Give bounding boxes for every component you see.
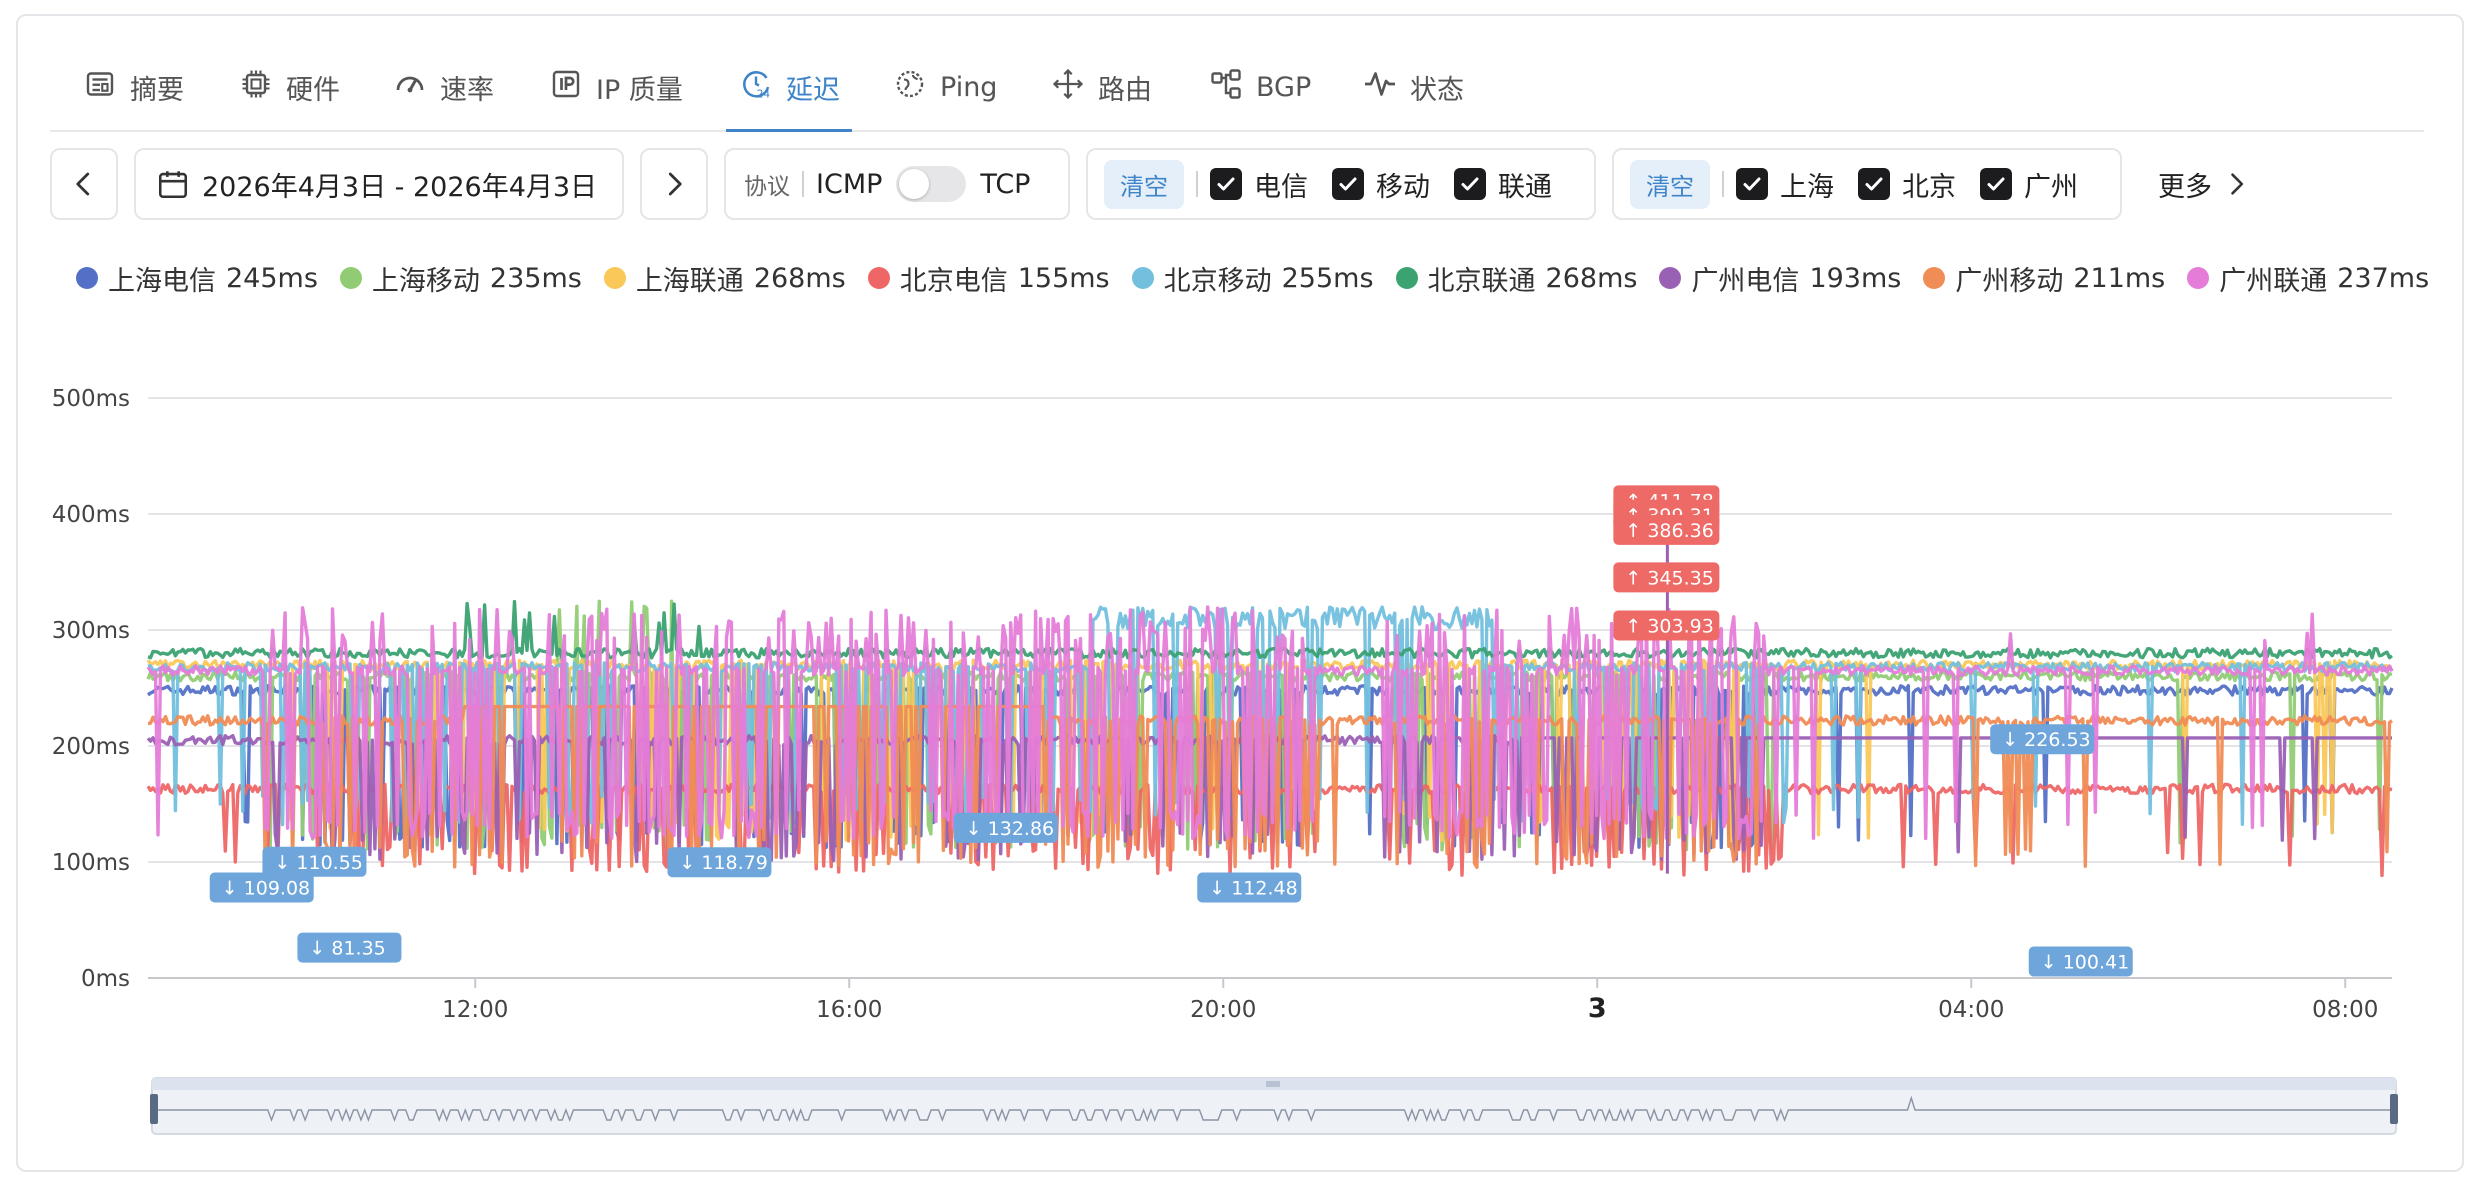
annotation-label: ↓ 100.41 bbox=[2041, 952, 2129, 974]
max-annotation: ↑ 303.93 bbox=[1613, 610, 1720, 641]
min-annotation: ↓ 81.35 bbox=[297, 932, 402, 963]
annotation-label: ↓ 226.53 bbox=[2002, 729, 2090, 751]
y-tick-label: 100ms bbox=[52, 850, 130, 876]
x-tick-label: 20:00 bbox=[1190, 997, 1256, 1023]
x-tick-label: 12:00 bbox=[442, 997, 508, 1023]
annotation-label: ↓ 81.35 bbox=[309, 938, 385, 960]
min-annotation: ↓ 132.86 bbox=[953, 812, 1058, 843]
max-annotation: ↑ 386.36 bbox=[1613, 514, 1720, 545]
annotation-label: ↓ 112.48 bbox=[1209, 878, 1297, 900]
latency-chart: 0ms 100ms 200ms 300ms 400ms 500ms 12:00 16:00 20… bbox=[52, 386, 2398, 1135]
annotation-label: ↑ 386.36 bbox=[1625, 520, 1713, 542]
y-tick-label: 500ms bbox=[52, 386, 130, 412]
annotation-label: ↓ 118.79 bbox=[679, 852, 767, 874]
y-tick-label: 200ms bbox=[52, 734, 130, 760]
y-tick-label: 400ms bbox=[52, 502, 130, 528]
annotation-label: ↓ 109.08 bbox=[222, 877, 310, 899]
min-annotation: ↓ 100.41 bbox=[2028, 946, 2133, 977]
annotation-label: ↓ 110.55 bbox=[274, 852, 362, 874]
zoom-right-handle[interactable] bbox=[2390, 1094, 2398, 1124]
x-tick-label: 08:00 bbox=[2312, 997, 2378, 1023]
x-tick-label: 16:00 bbox=[816, 997, 882, 1023]
min-annotation: ↓ 118.79 bbox=[667, 847, 772, 878]
zoom-left-handle[interactable] bbox=[150, 1094, 158, 1124]
zoom-drag-grip-icon[interactable] bbox=[1266, 1081, 1280, 1087]
min-annotation: ↓ 112.48 bbox=[1197, 872, 1302, 903]
annotation-label: ↑ 345.35 bbox=[1625, 567, 1713, 589]
annotation-label: ↑ 303.93 bbox=[1625, 615, 1713, 637]
annotation-label: ↓ 132.86 bbox=[966, 818, 1054, 840]
x-tick-label: 04:00 bbox=[1938, 997, 2004, 1023]
y-tick-label: 0ms bbox=[81, 966, 130, 992]
y-tick-label: 300ms bbox=[52, 618, 130, 644]
min-annotation: ↓ 226.53 bbox=[1990, 724, 2095, 755]
min-annotation: ↓ 110.55 bbox=[262, 846, 367, 877]
min-annotation: ↓ 109.08 bbox=[209, 872, 314, 903]
x-tick-label: 3 bbox=[1588, 993, 1607, 1024]
max-annotation: ↑ 345.35 bbox=[1613, 562, 1720, 593]
